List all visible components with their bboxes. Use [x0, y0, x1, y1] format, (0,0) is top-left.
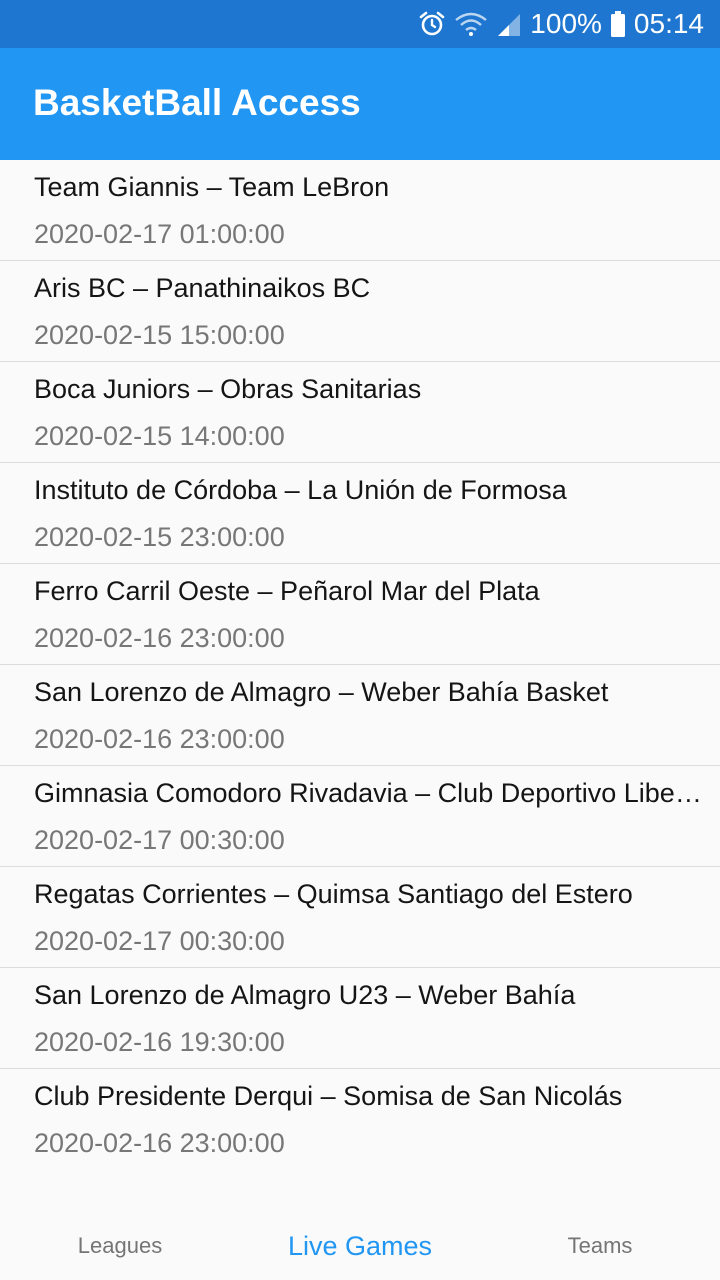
tab-teams[interactable]: Teams [480, 1212, 720, 1280]
game-time: 2020-02-15 15:00:00 [34, 320, 285, 350]
bottom-navigation: Leagues Live Games Teams [0, 1212, 720, 1280]
signal-icon [496, 10, 522, 38]
game-item[interactable]: Club Presidente Derqui – Somisa de San N… [0, 1069, 720, 1169]
game-time: 2020-02-17 00:30:00 [34, 926, 285, 956]
tab-live-games[interactable]: Live Games [240, 1212, 480, 1280]
game-item[interactable]: Gimnasia Comodoro Rivadavia – Club Depor… [0, 766, 720, 867]
game-teams: Team Giannis – Team LeBron [34, 172, 390, 202]
game-item[interactable]: Boca Juniors – Obras Sanitarias 2020-02-… [0, 362, 720, 463]
game-teams: San Lorenzo de Almagro U23 – Weber Bahía [34, 980, 576, 1010]
game-item[interactable]: Aris BC – Panathinaikos BC 2020-02-15 15… [0, 261, 720, 362]
game-teams: Instituto de Córdoba – La Unión de Formo… [34, 475, 567, 505]
game-time: 2020-02-16 19:30:00 [34, 1027, 285, 1057]
game-item[interactable]: Team Giannis – Team LeBron 2020-02-17 01… [0, 160, 720, 261]
game-time: 2020-02-17 00:30:00 [34, 825, 285, 855]
game-item[interactable]: Regatas Corrientes – Quimsa Santiago del… [0, 867, 720, 968]
game-teams: Boca Juniors – Obras Sanitarias [34, 374, 422, 404]
game-item[interactable]: San Lorenzo de Almagro – Weber Bahía Bas… [0, 665, 720, 766]
game-teams: Gimnasia Comodoro Rivadavia – Club Depor… [34, 778, 702, 808]
game-time: 2020-02-16 23:00:00 [34, 623, 285, 653]
battery-icon [610, 10, 626, 38]
tab-leagues[interactable]: Leagues [0, 1212, 240, 1280]
game-time: 2020-02-15 23:00:00 [34, 522, 285, 552]
app-title: BasketBall Access [33, 82, 361, 123]
game-item[interactable]: San Lorenzo de Almagro U23 – Weber Bahía… [0, 968, 720, 1069]
game-time: 2020-02-16 23:00:00 [34, 724, 285, 754]
game-item[interactable]: Ferro Carril Oeste – Peñarol Mar del Pla… [0, 564, 720, 665]
game-time: 2020-02-17 01:00:00 [34, 219, 285, 249]
battery-percent: 100% [530, 8, 602, 39]
status-icons: 100% 05:14 [418, 0, 704, 48]
game-teams: Aris BC – Panathinaikos BC [34, 273, 371, 303]
game-time: 2020-02-16 23:00:00 [34, 1128, 285, 1158]
alarm-icon [418, 10, 446, 38]
game-teams: Club Presidente Derqui – Somisa de San N… [34, 1081, 623, 1111]
game-teams: Ferro Carril Oeste – Peñarol Mar del Pla… [34, 576, 540, 606]
clock: 05:14 [633, 8, 704, 39]
game-teams: San Lorenzo de Almagro – Weber Bahía Bas… [34, 677, 609, 707]
live-games-list[interactable]: Team Giannis – Team LeBron 2020-02-17 01… [0, 160, 720, 1169]
game-item[interactable]: Instituto de Córdoba – La Unión de Formo… [0, 463, 720, 564]
wifi-icon [454, 10, 488, 38]
status-bar: 100% 05:14 [0, 0, 720, 48]
game-time: 2020-02-15 14:00:00 [34, 421, 285, 451]
game-teams: Regatas Corrientes – Quimsa Santiago del… [34, 879, 633, 909]
app-bar: BasketBall Access [0, 48, 720, 160]
